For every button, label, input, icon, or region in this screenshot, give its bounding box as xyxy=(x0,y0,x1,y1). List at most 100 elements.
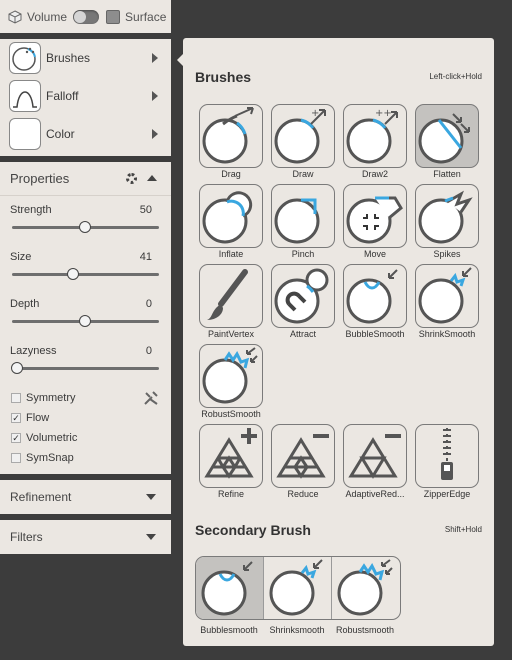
slider-value: 0 xyxy=(145,298,152,310)
checkbox-box[interactable] xyxy=(11,393,21,403)
svg-text:+: + xyxy=(311,108,319,119)
brush-label: ShrinkSmooth xyxy=(418,329,476,339)
brush-picker-popup: Brushes Left-click+Hold Drag + Draw ++ Draw2… xyxy=(177,38,494,646)
secondary-title: Secondary Brush xyxy=(195,522,311,538)
checkbox-box[interactable]: ✓ xyxy=(11,433,21,443)
strength-slider[interactable]: Strength 50 xyxy=(0,196,171,243)
volumetric-checkbox[interactable]: ✓ Volumetric xyxy=(0,428,171,448)
brush-sphere-icon xyxy=(9,42,41,74)
brush-cell-shrinksmooth[interactable]: ShrinkSmooth xyxy=(415,264,479,342)
brush-cell-zipperedge[interactable]: ZipperEdge xyxy=(415,424,479,502)
brush-button[interactable]: + xyxy=(271,104,335,168)
brush-cell-inflate[interactable]: Inflate xyxy=(199,184,263,262)
properties-header[interactable]: Properties xyxy=(0,162,171,196)
expand-arrow-icon xyxy=(146,534,156,540)
tool-brushes-label: Brushes xyxy=(46,51,91,65)
brush-button[interactable] xyxy=(199,184,263,248)
brush-cell-robustsmooth[interactable]: RobustSmooth xyxy=(199,344,263,422)
brush-button[interactable] xyxy=(199,264,263,328)
lazyness-slider[interactable]: Lazyness 0 xyxy=(0,337,171,384)
surface-label: Surface xyxy=(125,9,167,24)
gear-icon[interactable] xyxy=(126,173,137,184)
brush-button[interactable] xyxy=(271,264,335,328)
brush-cell-spikes[interactable]: Spikes xyxy=(415,184,479,262)
shrink-smooth-icon xyxy=(417,265,477,327)
filters-panel[interactable]: Filters xyxy=(0,520,171,554)
flatten-icon xyxy=(417,105,477,167)
checkbox-label: Symmetry xyxy=(26,392,76,404)
brush-cell-draw[interactable]: + Draw xyxy=(271,104,335,182)
brush-cell-flatten[interactable]: Flatten xyxy=(415,104,479,182)
slider-value: 0 xyxy=(145,345,152,357)
refinement-label: Refinement xyxy=(10,490,72,504)
brush-button[interactable] xyxy=(199,344,263,408)
secondary-brush-shrinksmooth[interactable] xyxy=(264,557,332,619)
slider-knob[interactable] xyxy=(11,362,23,374)
brushes-hint: Left-click+Hold xyxy=(429,72,482,81)
bubble-smooth-icon xyxy=(345,265,405,327)
tool-brushes[interactable]: Brushes xyxy=(0,39,171,77)
tool-color-label: Color xyxy=(46,127,75,141)
brush-button[interactable] xyxy=(415,264,479,328)
slider-knob[interactable] xyxy=(79,315,91,327)
symmetry-checkbox[interactable]: Symmetry xyxy=(0,388,171,408)
wrench-icon[interactable] xyxy=(143,390,159,406)
secondary-brush-label: Shrinksmooth xyxy=(269,625,325,635)
brush-button[interactable] xyxy=(415,104,479,168)
slider-knob[interactable] xyxy=(79,221,91,233)
slider-track[interactable] xyxy=(12,273,159,276)
brush-label: Draw xyxy=(292,169,314,179)
paint-vertex-icon xyxy=(201,265,261,327)
secondary-brush-bubblesmooth[interactable] xyxy=(196,557,264,619)
brush-cell-bubblesmooth[interactable]: BubbleSmooth xyxy=(343,264,407,342)
brush-cell-drag[interactable]: Drag xyxy=(199,104,263,182)
symsnap-checkbox[interactable]: SymSnap xyxy=(0,448,171,468)
brushes-title: Brushes xyxy=(195,69,252,85)
brush-button[interactable] xyxy=(199,424,263,488)
brush-button[interactable] xyxy=(199,104,263,168)
brush-button[interactable] xyxy=(415,184,479,248)
tool-falloff-label: Falloff xyxy=(46,89,79,103)
expand-arrow-icon xyxy=(152,91,158,101)
tool-falloff[interactable]: Falloff xyxy=(0,77,171,115)
brush-cell-draw2[interactable]: ++ Draw2 xyxy=(343,104,407,182)
brush-button[interactable] xyxy=(343,264,407,328)
size-slider[interactable]: Size 41 xyxy=(0,243,171,290)
brush-cell-reduce[interactable]: Reduce xyxy=(271,424,335,502)
checkbox-box[interactable]: ✓ xyxy=(11,413,21,423)
slider-track[interactable] xyxy=(12,367,159,370)
brush-cell-paintvertex[interactable]: PaintVertex xyxy=(199,264,263,342)
properties-panel: Properties Strength 50 Size 41 Depth 0 L… xyxy=(0,162,171,474)
brush-button[interactable] xyxy=(271,184,335,248)
volume-label: Volume xyxy=(27,9,68,24)
brush-label: ZipperEdge xyxy=(423,489,471,499)
inflate-icon xyxy=(201,185,261,247)
brush-button[interactable]: ++ xyxy=(343,104,407,168)
collapse-arrow-icon[interactable] xyxy=(147,175,157,181)
brush-button[interactable] xyxy=(343,184,407,248)
refine-icon xyxy=(201,425,261,487)
slider-knob[interactable] xyxy=(67,268,79,280)
depth-slider[interactable]: Depth 0 xyxy=(0,290,171,337)
brush-button[interactable] xyxy=(343,424,407,488)
surface-checkbox[interactable] xyxy=(106,9,121,24)
brush-label: RobustSmooth xyxy=(201,409,261,419)
brush-cell-pinch[interactable]: Pinch xyxy=(271,184,335,262)
brush-cell-adaptivered[interactable]: AdaptiveRed... xyxy=(343,424,407,502)
brush-button[interactable] xyxy=(271,424,335,488)
brush-label: Flatten xyxy=(433,169,461,179)
refinement-panel[interactable]: Refinement xyxy=(0,480,171,514)
secondary-brush-robustsmooth[interactable] xyxy=(332,557,400,619)
slider-label: Strength xyxy=(10,204,52,216)
brush-label: Move xyxy=(363,249,386,259)
brush-cell-move[interactable]: Move xyxy=(343,184,407,262)
flow-checkbox[interactable]: ✓ Flow xyxy=(0,408,171,428)
brush-cell-attract[interactable]: Attract xyxy=(271,264,335,342)
checkbox-box[interactable] xyxy=(11,453,21,463)
brush-button[interactable] xyxy=(415,424,479,488)
robust-smooth-icon xyxy=(336,557,396,619)
tool-color[interactable]: Color xyxy=(0,115,171,153)
brush-cell-refine[interactable]: Refine xyxy=(199,424,263,502)
volume-surface-toggle[interactable] xyxy=(73,9,100,24)
shrink-smooth-icon xyxy=(268,557,328,619)
